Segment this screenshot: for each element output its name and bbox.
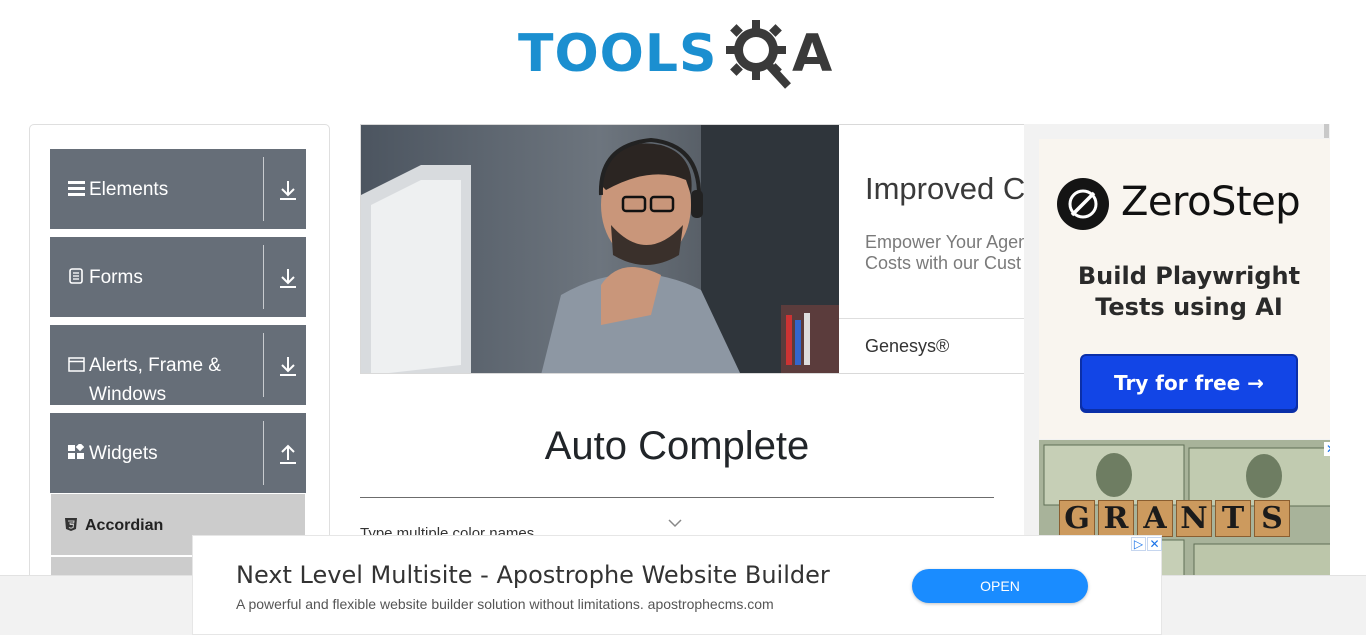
upload-icon[interactable] [278,443,298,465]
sidebar-group-widgets[interactable]: Widgets [50,413,306,493]
chevron-down-icon[interactable] [667,517,683,529]
gear-magnifier-icon [726,20,791,89]
sidebar-group-forms[interactable]: Forms [50,237,306,317]
hamburger-icon [67,179,85,197]
grants-tile: T [1215,500,1251,537]
scrollbar-thumb[interactable] [1324,124,1329,138]
grants-tile: N [1176,500,1212,537]
zerostep-brand: ZeroStep [1121,179,1301,225]
grants-tile: S [1254,500,1290,537]
right-ad-panel: ZeroStep Build Playwright Tests using AI… [1024,124,1330,575]
try-for-free-button[interactable]: Try for free → [1080,354,1298,411]
zerostep-ad[interactable]: ZeroStep Build Playwright Tests using AI… [1039,139,1330,439]
zerostep-tagline: Build Playwright Tests using AI [1077,262,1301,321]
html5-icon [65,518,77,531]
open-button[interactable]: OPEN [912,569,1088,603]
bottom-ad-banner[interactable]: ▷ ✕ Next Level Multisite - Apostrophe We… [192,535,1162,635]
download-icon[interactable] [278,267,298,289]
logo-text: TOOLS [518,24,718,84]
grants-tiles: G R A N T S [1059,500,1290,537]
grants-tile: G [1059,500,1095,537]
widgets-icon [67,443,85,461]
hero-title: Improved Cu [865,171,1030,206]
divider [263,245,264,309]
divider [263,333,264,397]
bottom-ad-subtitle: A powerful and flexible website builder … [236,596,774,612]
close-icon[interactable]: ✕ [1324,442,1330,456]
divider [839,318,1029,319]
logo-suffix: A [792,24,833,84]
download-icon[interactable] [278,179,298,201]
sidebar-item-label: Accordian [85,517,164,534]
ad-photo-image [361,125,839,373]
zerostep-logo-icon [1057,178,1109,230]
adchoices-icon[interactable]: ▷ [1131,537,1146,551]
sidebar-group-label: Elements [89,179,169,200]
sidebar-group-label: Forms [89,267,143,288]
sidebar-group-alerts[interactable]: Alerts, Frame & Windows [50,325,306,405]
grants-tile: A [1137,500,1173,537]
left-sidebar: Elements Forms Alerts, Frame & Windows W… [29,124,330,594]
document-icon [67,267,85,285]
hero-ad-banner[interactable]: Improved Cu Empower Your Agen Costs with… [360,124,1030,374]
hero-brand[interactable]: Genesys® [865,336,949,357]
page: TOOLS A Elements Forms Alerts, Frame & W… [0,0,1366,635]
download-icon[interactable] [278,355,298,377]
divider [263,421,264,485]
grants-tile: R [1098,500,1134,537]
ad-choices[interactable]: ▷ ✕ [1131,537,1162,551]
window-icon [67,355,85,373]
title-divider [360,497,994,498]
toolsqa-logo[interactable]: TOOLS A [518,14,842,94]
divider [263,157,264,221]
hero-description: Empower Your Agen Costs with our Cust [865,232,1029,273]
close-icon[interactable]: ✕ [1147,537,1162,551]
bottom-ad-title[interactable]: Next Level Multisite - Apostrophe Websit… [236,561,830,589]
sidebar-group-label: Alerts, Frame & Windows [89,355,221,405]
page-title: Auto Complete [544,424,810,468]
sidebar-group-label: Widgets [89,443,158,464]
sidebar-group-elements[interactable]: Elements [50,149,306,229]
